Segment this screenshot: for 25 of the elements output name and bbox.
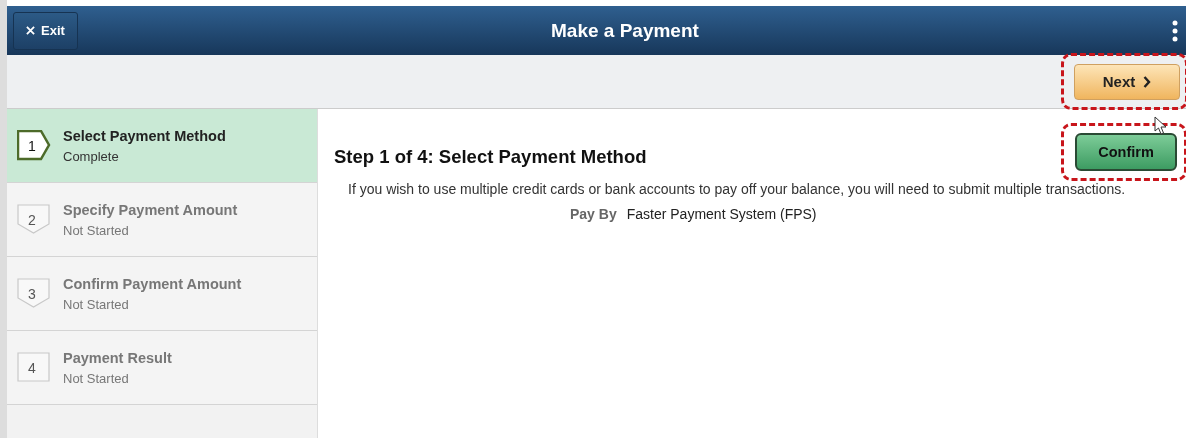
step-number-badge: 1 <box>17 130 51 161</box>
exit-button[interactable]: Exit <box>13 11 78 50</box>
step-number-badge: 4 <box>17 352 51 383</box>
chevron-right-icon <box>1143 75 1152 88</box>
confirm-button[interactable]: Confirm <box>1075 133 1177 171</box>
more-options-icon[interactable] <box>1172 19 1178 42</box>
step-status: Not Started <box>63 296 130 312</box>
step-status: Not Started <box>63 370 130 386</box>
step-title: Select Payment Method <box>63 127 226 144</box>
step-title: Specify Payment Amount <box>63 201 238 218</box>
page-title: Make a Payment <box>551 19 699 42</box>
step-heading: Step 1 of 4: Select Payment Method <box>334 146 647 168</box>
step-status: Not Started <box>63 222 130 238</box>
step-number-badge: 2 <box>17 204 51 235</box>
step-title: Payment Result <box>63 349 172 366</box>
step-number-badge: 3 <box>17 278 51 309</box>
step-title: Confirm Payment Amount <box>63 275 242 292</box>
field-label: Pay By <box>570 206 617 222</box>
step-item[interactable]: 1 Select Payment Method Complete <box>7 109 317 183</box>
instruction-text: If you wish to use multiple credit cards or bank accounts to pay off your balance, you will need to submit multiple transactions. <box>348 181 1127 198</box>
step-status: Complete <box>63 148 120 164</box>
field-value: Faster Payment System (FPS) <box>626 206 817 222</box>
close-icon <box>26 26 35 35</box>
next-button[interactable]: Next <box>1074 63 1180 100</box>
mouse-pointer-icon <box>1154 116 1168 136</box>
